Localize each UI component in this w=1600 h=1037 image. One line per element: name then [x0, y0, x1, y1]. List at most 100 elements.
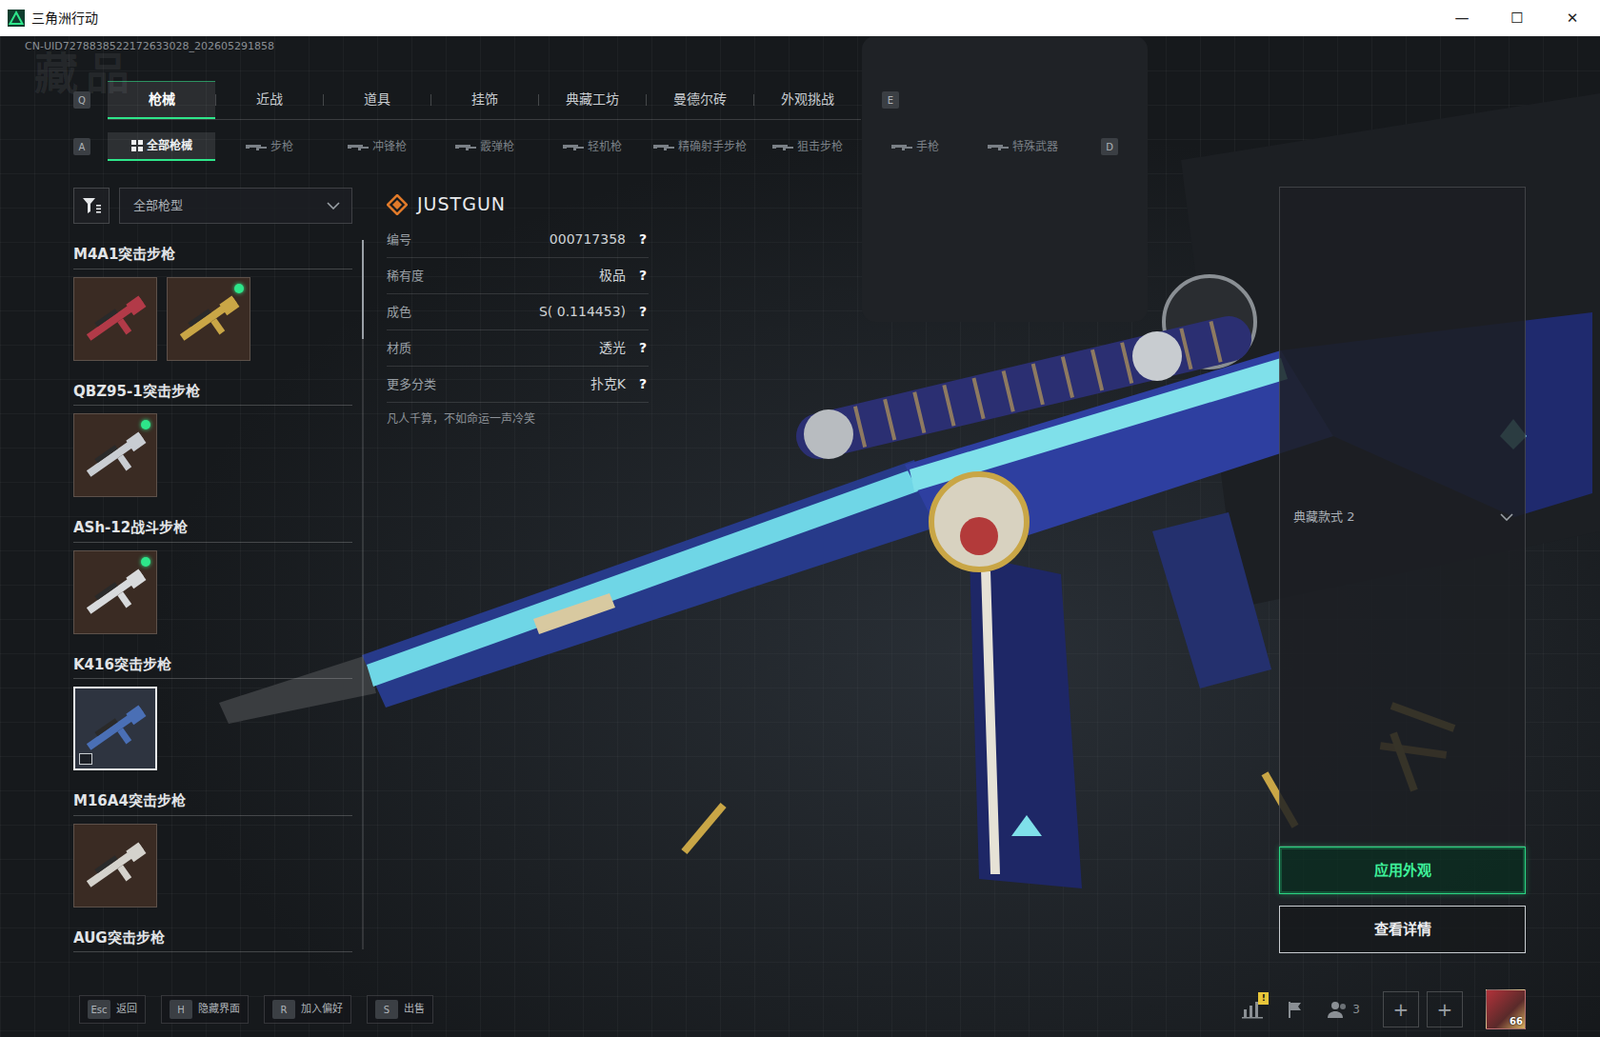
grid-icon [131, 140, 143, 152]
main-tab-bar: Q 枪械 近战道具挂饰典藏工坊 曼德尔砖 外观挑战 E [0, 80, 1600, 120]
field-value: 透光 [599, 338, 626, 359]
key-hint[interactable]: H隐藏界面 [160, 995, 249, 1024]
help-button[interactable]: ? [637, 265, 649, 286]
skin-thumbnail[interactable] [166, 277, 251, 361]
key-hint[interactable]: S出售 [366, 995, 434, 1024]
player-avatar[interactable]: 66 [1485, 989, 1526, 1030]
content-area: 全部枪型 M4A1突击步枪 QBZ95-1突击步枪 ASh-12战斗步枪 K416突击步… [0, 186, 1600, 982]
main-tab-label: 枪械 [148, 89, 176, 110]
skin-thumbnail[interactable] [73, 686, 158, 771]
sub-tab[interactable]: 霰弹枪 [430, 132, 539, 161]
apply-button[interactable]: 应用外观 [1279, 846, 1526, 895]
main-tab-label: 外观挑战 [780, 89, 835, 110]
main-tab[interactable]: 枪械 [107, 80, 216, 120]
weapon-name: ASh-12战斗步枪 [73, 519, 353, 543]
window-title: 三角洲行动 [31, 8, 99, 29]
filter-button[interactable] [73, 187, 110, 224]
sub-tab[interactable]: 轻机枪 [538, 132, 646, 161]
skin-thumbnail[interactable] [73, 413, 158, 498]
field-label: 更多分类 [386, 375, 437, 395]
weapon-type-dropdown[interactable]: 全部枪型 [119, 187, 353, 224]
sub-tabs: 全部枪械 步枪冲锋枪 霰弹枪 轻机枪精确射手步枪狙击步枪 手枪 特殊武器 [107, 132, 1077, 161]
skin-row [73, 413, 353, 498]
app-logo-icon [7, 9, 25, 27]
next-tab-key[interactable]: E [881, 91, 900, 109]
window-control-button[interactable]: — [1434, 0, 1490, 37]
weapon-group: K416突击步枪 [73, 656, 353, 772]
key-cap: Esc [87, 1000, 111, 1020]
sub-tab[interactable]: 步枪 [215, 132, 323, 161]
next-subtab-key[interactable]: D [1100, 138, 1119, 156]
sub-tab-label: 全部枪械 [146, 137, 193, 155]
skin-thumbnail[interactable] [73, 823, 158, 908]
details-button[interactable]: 查看详情 [1279, 905, 1526, 954]
field-value: 扑克K [590, 374, 626, 395]
sub-tab[interactable]: 精确射手步枪 [645, 132, 754, 161]
help-button[interactable]: ? [637, 338, 649, 359]
gun-icon [891, 142, 913, 151]
info-row: 编号000717358? [386, 221, 649, 259]
prev-subtab-key[interactable]: A [73, 138, 91, 156]
stats-button[interactable]: ! [1241, 1000, 1263, 1020]
window-control-button[interactable]: ✕ [1544, 0, 1600, 37]
info-row: 材质 透光? [386, 330, 649, 367]
weapon-name: AUG突击步枪 [73, 929, 353, 954]
main-tab[interactable]: 典藏工坊 [538, 80, 646, 120]
flag-icon [1285, 1000, 1305, 1020]
skin-thumbnail[interactable] [73, 277, 158, 361]
key-hint-label: 加入偏好 [300, 1001, 343, 1019]
style-dropdown[interactable]: 典藏款式 2 [1279, 186, 1526, 847]
title-bar: 三角洲行动 —☐✕ [0, 0, 1600, 37]
button-label: 查看详情 [1374, 919, 1432, 941]
chevron-down-icon [1500, 513, 1514, 521]
friends-button[interactable]: 3 [1327, 1000, 1360, 1020]
sub-tab[interactable]: 特殊武器 [968, 132, 1077, 161]
gun-icon [987, 142, 1009, 151]
uid-label: CN-UID7278838522172633028_202605291858 [24, 40, 275, 53]
filter-icon [81, 196, 101, 216]
chevron-down-icon [326, 201, 340, 210]
dropdown-value: 全部枪型 [133, 196, 183, 216]
main-tab[interactable]: 近战 [215, 80, 323, 120]
info-row: 成色S( 0.114453)? [386, 294, 649, 331]
rifle-icon [77, 280, 154, 358]
invite-slot[interactable]: + [1382, 991, 1420, 1028]
skin-row [73, 823, 353, 908]
invite-slot[interactable]: + [1426, 991, 1463, 1028]
prev-tab-key[interactable]: Q [73, 91, 91, 109]
gun-icon [562, 142, 584, 151]
info-row: 稀有度极品? [386, 258, 649, 295]
sub-tab[interactable]: 全部枪械 [107, 132, 216, 161]
people-icon [1327, 1000, 1349, 1020]
main-tab[interactable]: 道具 [322, 80, 431, 120]
key-hint[interactable]: R加入偏好 [263, 995, 352, 1024]
skin-thumbnail[interactable] [73, 550, 158, 635]
main-tab[interactable]: 外观挑战 [753, 80, 861, 120]
sub-tab[interactable]: 手枪 [860, 132, 969, 161]
main-tab-label: 曼德尔砖 [673, 89, 727, 110]
window-control-button[interactable]: ☐ [1489, 0, 1545, 37]
main-tab[interactable]: 挂饰 [430, 80, 539, 120]
skin-info-panel: JUSTGUN编号000717358?稀有度极品?成色S( 0.114453)?… [386, 186, 649, 982]
key-hint[interactable]: Esc返回 [79, 995, 146, 1024]
main-tab[interactable]: 曼德尔砖 [645, 80, 754, 120]
weapon-group: AUG突击步枪 [73, 929, 353, 954]
weapon-list: M4A1突击步枪QBZ95-1突击步枪ASh-12战斗步枪K416突击步枪M16… [73, 245, 353, 982]
list-scrollbar[interactable] [361, 240, 364, 950]
sub-tab[interactable]: 冲锋枪 [322, 132, 431, 161]
help-button[interactable]: ? [637, 374, 649, 395]
field-label: 材质 [386, 339, 412, 359]
weapon-name: QBZ95-1突击步枪 [73, 382, 353, 407]
key-hint-label: 出售 [403, 1001, 425, 1019]
scroll-thumb[interactable] [361, 240, 364, 340]
sub-tab[interactable]: 狙击步枪 [753, 132, 861, 161]
weapon-name: M4A1突击步枪 [73, 245, 353, 270]
mission-button[interactable] [1285, 1000, 1305, 1020]
equipped-dot [140, 420, 151, 430]
sub-tab-label: 霰弹枪 [480, 138, 515, 156]
help-button[interactable]: ? [637, 229, 649, 250]
help-button[interactable]: ? [637, 301, 649, 322]
team-slots: ++ [1382, 991, 1463, 1028]
sub-tab-label: 手枪 [916, 138, 940, 156]
field-label: 编号 [386, 230, 412, 250]
